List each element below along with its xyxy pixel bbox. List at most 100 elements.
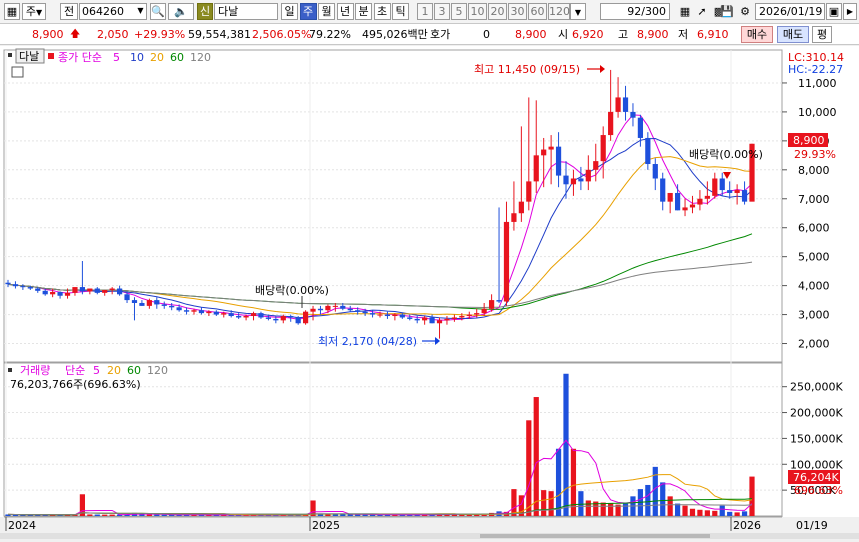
market-select[interactable]: 주▼ (22, 3, 46, 20)
candle-body (712, 178, 718, 196)
interval-dropdown-icon[interactable]: ▼ (570, 3, 586, 20)
period-tab-5[interactable]: 초 (373, 3, 391, 20)
trend-tool-icon[interactable]: ➚ (694, 3, 710, 20)
candle-body (102, 289, 108, 293)
volume-bar (161, 514, 167, 516)
ma-legend-5: 5 (113, 51, 120, 64)
speaker-icon[interactable]: 🔈 (168, 3, 194, 20)
candle-body (600, 135, 606, 162)
stock-name-field[interactable]: 다날 (214, 3, 278, 20)
volume-bar (340, 514, 346, 516)
stock-code-dropdown-icon[interactable]: ▼ (134, 3, 147, 20)
gear-icon[interactable]: ⚙ (737, 3, 753, 20)
candle-body (310, 308, 316, 312)
period-tab-3[interactable]: 년 (336, 3, 354, 20)
horizontal-scrollbar[interactable] (0, 533, 859, 539)
panel-menu-icon[interactable] (8, 53, 12, 57)
calendar-icon[interactable]: ▣ (826, 3, 842, 20)
volume-bar (154, 514, 160, 516)
volume-bar (570, 448, 577, 516)
x-label-2025: 2025 (312, 519, 340, 532)
candle-body (548, 146, 554, 150)
eval-button[interactable]: 평 (812, 26, 832, 43)
candle-body (183, 310, 190, 312)
volume-menu-icon[interactable] (8, 368, 12, 372)
scrollbar-thumb[interactable] (480, 534, 710, 538)
market-select-value: 주 (25, 5, 36, 18)
period-tab-6[interactable]: 틱 (392, 3, 409, 20)
interval-button-3[interactable]: 3 (434, 3, 450, 20)
volume-bar (555, 448, 562, 516)
code-type-select[interactable]: 전 (60, 3, 78, 20)
candle-body (236, 316, 242, 318)
candle-body (407, 317, 413, 319)
candle-body (622, 97, 629, 112)
candle-body (191, 310, 197, 312)
quote-bar: 8,900 🡅 2,050 +29.93% 59,554,381 2,506.0… (0, 24, 859, 45)
candle-body (570, 178, 577, 185)
candle-body (518, 201, 524, 214)
volume-bar (660, 482, 666, 516)
candle-body (488, 300, 495, 309)
trade-amount: 495,026백만 (362, 28, 428, 41)
candle-body (302, 311, 309, 324)
candle-body (474, 313, 480, 315)
volume-bar (667, 496, 673, 516)
volume-bar (734, 512, 740, 516)
turnover-ratio: 79.22% (309, 28, 351, 41)
volume-bar (749, 476, 755, 516)
interval-button-30[interactable]: 30 (508, 3, 527, 20)
price-tick-label: 4,000 (798, 280, 830, 293)
candle-body (734, 190, 740, 193)
candle-body (585, 169, 591, 182)
price-tick-label: 3,000 (798, 309, 830, 322)
low-label: 저 (678, 28, 689, 41)
period-tab-1[interactable]: 주 (299, 3, 317, 20)
candle-body (637, 117, 644, 138)
candle-body (399, 314, 405, 318)
candle-body (50, 291, 56, 295)
volume-bar (94, 514, 100, 516)
candle-body (35, 288, 41, 291)
interval-button-1[interactable]: 1 (417, 3, 433, 20)
interval-button-120[interactable]: 120 (548, 3, 570, 20)
period-tab-4[interactable]: 분 (355, 3, 372, 20)
candle-body (280, 316, 286, 321)
candle-body (221, 313, 227, 315)
chart-type-icon[interactable]: ▦ (4, 3, 20, 20)
page-count-field[interactable]: 92/300 (600, 3, 670, 20)
volume-title: 거래량 (20, 364, 50, 377)
period-tab-0[interactable]: 일 (281, 3, 298, 20)
volume-bar (511, 489, 517, 516)
grid-table-icon[interactable] (11, 66, 24, 78)
candle-body (72, 287, 78, 293)
chart-settings-icon[interactable]: ▦ (677, 3, 693, 20)
sell-button[interactable]: 매도 (777, 26, 809, 43)
candle-body (27, 287, 33, 289)
scroll-right-icon[interactable]: ▶ (843, 3, 857, 20)
interval-button-20[interactable]: 20 (488, 3, 507, 20)
candle-body (555, 146, 562, 176)
volume-bar (682, 505, 688, 516)
candle-body (87, 288, 93, 292)
search-icon[interactable]: 🔍 (150, 3, 166, 20)
candle-body (12, 284, 19, 287)
last-price-tag-text: 8,900 (793, 134, 825, 147)
date-field[interactable]: 2026/01/19 (755, 3, 825, 20)
stock-code-value: 064260 (82, 5, 124, 18)
interval-button-10[interactable]: 10 (468, 3, 487, 20)
candle-body (630, 111, 636, 118)
interval-button-60[interactable]: 60 (528, 3, 547, 20)
period-tab-2[interactable]: 월 (318, 3, 335, 20)
candle-body (719, 178, 725, 191)
candle-body (526, 181, 532, 202)
x-date-label: 01/19 (796, 519, 828, 532)
last-pct-tag: 29.93% (794, 148, 836, 161)
candle-body (444, 318, 450, 321)
buy-button[interactable]: 매수 (741, 26, 773, 43)
volume-bar (719, 505, 725, 516)
candle-body (5, 282, 11, 285)
volume-bar (600, 502, 606, 516)
interval-button-5[interactable]: 5 (451, 3, 467, 20)
save-icon[interactable]: 💾 (720, 3, 734, 20)
